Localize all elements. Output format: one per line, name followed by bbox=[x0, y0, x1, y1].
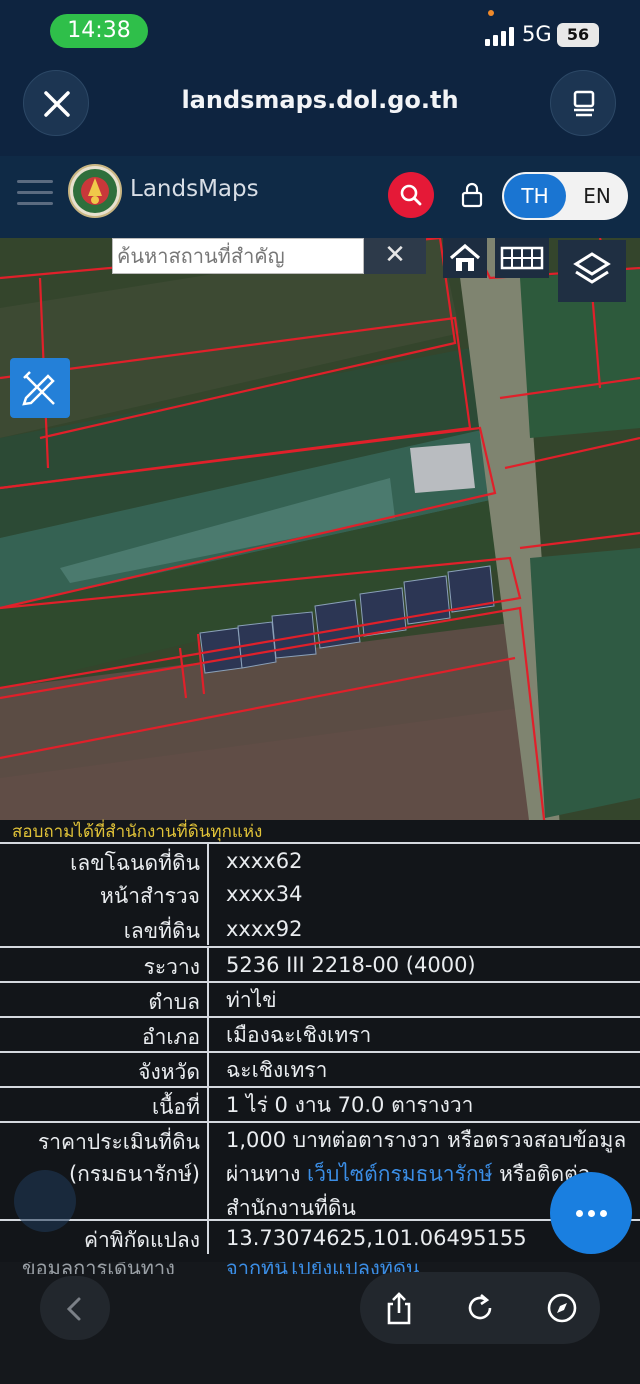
clear-search-button[interactable]: ✕ bbox=[364, 238, 426, 274]
divider bbox=[207, 912, 209, 945]
browser-url-bar: landsmaps.dol.go.th bbox=[0, 66, 640, 156]
battery-icon: 56 bbox=[557, 23, 599, 47]
row-label: ตำบล bbox=[148, 990, 200, 1014]
route-label: ข้อมูลการเดินทาง bbox=[22, 1262, 175, 1274]
row-value: xxxx34 bbox=[226, 882, 303, 906]
app-header: LandsMaps TH EN bbox=[0, 156, 640, 238]
divider bbox=[207, 844, 209, 877]
coords-row: ค่าพิกัดแปลง 13.73074625,101.06495155 bbox=[0, 1219, 640, 1254]
privacy-indicator bbox=[488, 10, 494, 16]
price-line-1: 1,000 บาทต่อตารางวา หรือตรวจสอบข้อมูล bbox=[226, 1128, 627, 1152]
back-button[interactable] bbox=[40, 1276, 110, 1340]
more-dot bbox=[600, 1210, 607, 1217]
info-overlay-button[interactable] bbox=[14, 1170, 76, 1232]
ruler-pencil-icon bbox=[22, 371, 55, 406]
app-title: LandsMaps bbox=[130, 176, 259, 202]
grid-icon bbox=[500, 246, 544, 270]
search-button[interactable] bbox=[388, 172, 434, 218]
divider bbox=[207, 1123, 209, 1219]
row-label: เลขที่ดิน bbox=[123, 919, 200, 943]
info-row: เลขโฉนดที่ดิน xxxx62 bbox=[0, 842, 640, 877]
divider bbox=[207, 1088, 209, 1121]
url-text[interactable]: landsmaps.dol.go.th bbox=[0, 86, 640, 114]
row-value: เมืองฉะเชิงเทรา bbox=[226, 1023, 372, 1047]
tabs-icon bbox=[573, 90, 595, 117]
row-value: 1 ไร่ 0 งาน 70.0 ตารางวา bbox=[226, 1093, 474, 1117]
clock: 14:38 bbox=[50, 14, 148, 48]
divider bbox=[207, 1018, 209, 1051]
more-dot bbox=[576, 1210, 583, 1217]
layers-icon bbox=[573, 252, 611, 284]
search-icon bbox=[400, 184, 422, 206]
browser-actions bbox=[360, 1272, 600, 1344]
layers-button[interactable] bbox=[558, 240, 626, 302]
divider bbox=[207, 1221, 209, 1254]
row-value: xxxx62 bbox=[226, 849, 303, 873]
info-row: อำเภอ เมืองฉะเชิงเทรา bbox=[0, 1016, 640, 1051]
row-value: ท่าไข่ bbox=[226, 988, 277, 1012]
share-icon[interactable] bbox=[384, 1292, 414, 1326]
coords-label: ค่าพิกัดแปลง bbox=[83, 1228, 200, 1252]
tabs-button[interactable] bbox=[550, 70, 616, 136]
signal-icon bbox=[485, 26, 515, 46]
divider bbox=[207, 877, 209, 912]
more-options-button[interactable] bbox=[550, 1172, 632, 1254]
parcel-info-panel: สอบถามได้ที่สำนักงานที่ดินทุกแห่ง เลขโฉน… bbox=[0, 820, 640, 1274]
row-label: อำเภอ bbox=[141, 1025, 200, 1049]
info-row: ตำบล ท่าไข่ bbox=[0, 981, 640, 1016]
divider bbox=[207, 983, 209, 1016]
row-label: เนื้อที่ bbox=[152, 1095, 200, 1119]
chevron-left-icon bbox=[66, 1297, 81, 1321]
row-label: ระวาง bbox=[143, 955, 200, 979]
browser-bottom-bar: ข้อมูลการเดินทาง จากที่นี่ไปยังแปลงที่ดิ… bbox=[0, 1262, 640, 1384]
info-row: เนื้อที่ 1 ไร่ 0 งาน 70.0 ตารางวา bbox=[0, 1086, 640, 1121]
lang-th-option[interactable]: TH bbox=[504, 174, 566, 218]
row-label: จังหวัด bbox=[138, 1060, 200, 1084]
draw-tool-button[interactable] bbox=[10, 358, 70, 418]
satellite-map bbox=[0, 238, 640, 828]
info-row: เลขที่ดิน xxxx92 bbox=[0, 912, 640, 945]
menu-icon[interactable] bbox=[17, 178, 55, 208]
grid-button[interactable] bbox=[495, 238, 549, 278]
info-note: สอบถามได้ที่สำนักงานที่ดินทุกแห่ง bbox=[12, 822, 263, 842]
network-type: 5G bbox=[522, 22, 552, 46]
row-label: เลขโฉนดที่ดิน bbox=[70, 851, 200, 875]
lock-icon[interactable] bbox=[460, 182, 484, 208]
language-toggle[interactable]: TH EN bbox=[502, 172, 628, 220]
info-row: หน้าสำรวจ xxxx34 bbox=[0, 877, 640, 912]
lang-en-option[interactable]: EN bbox=[568, 174, 626, 218]
status-bar: 14:38 5G 56 bbox=[0, 0, 640, 66]
department-seal-logo bbox=[68, 164, 122, 218]
row-label: หน้าสำรวจ bbox=[100, 884, 200, 908]
row-value: xxxx92 bbox=[226, 917, 303, 941]
info-row: ระวาง 5236 III 2218-00 (4000) bbox=[0, 946, 640, 981]
divider bbox=[207, 1053, 209, 1086]
home-button[interactable] bbox=[443, 238, 487, 278]
more-dot bbox=[588, 1210, 595, 1217]
treasury-website-link[interactable]: เว็บไซต์กรมธนารักษ์ bbox=[307, 1162, 492, 1186]
info-row: จังหวัด ฉะเชิงเทรา bbox=[0, 1051, 640, 1086]
row-value: 5236 III 2218-00 (4000) bbox=[226, 953, 476, 977]
home-icon bbox=[449, 243, 481, 271]
divider bbox=[207, 948, 209, 981]
place-search-input[interactable]: ค้นหาสถานที่สำคัญ bbox=[112, 238, 364, 274]
map-view[interactable]: ค้นหาสถานที่สำคัญ ✕ bbox=[0, 238, 640, 828]
reload-icon[interactable] bbox=[464, 1292, 496, 1324]
row-value: ฉะเชิงเทรา bbox=[226, 1058, 328, 1082]
price-row: ราคาประเมินที่ดิน (กรมธนารักษ์) 1,000 บา… bbox=[0, 1121, 640, 1220]
price-label-line-1: ราคาประเมินที่ดิน bbox=[37, 1130, 200, 1154]
compass-icon[interactable] bbox=[546, 1292, 578, 1324]
price-line-2-text: ผ่านทาง bbox=[226, 1162, 308, 1186]
